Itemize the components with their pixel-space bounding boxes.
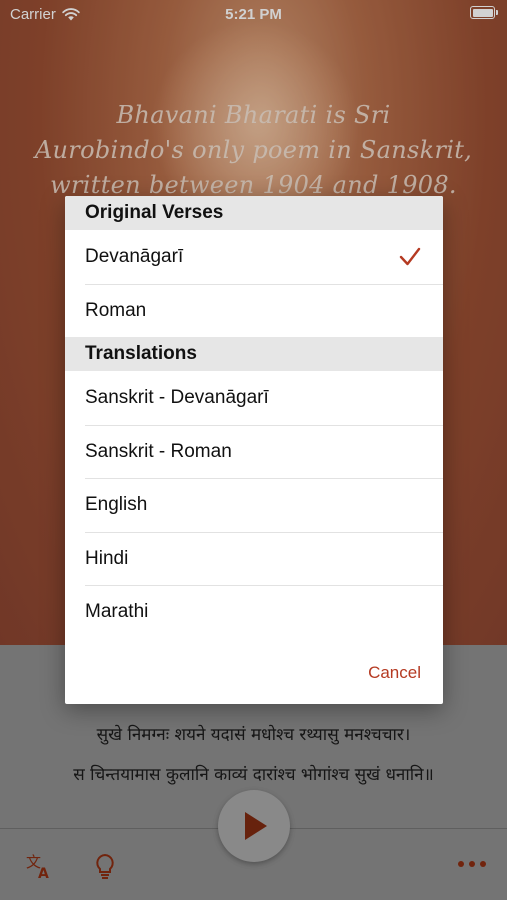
section-header-original-verses: Original Verses <box>65 196 443 230</box>
menu-item-label: Sanskrit - Devanāgarī <box>85 387 269 408</box>
checkmark-icon <box>399 247 421 266</box>
section-header-translations: Translations <box>65 337 443 371</box>
cancel-row: Cancel <box>65 639 443 705</box>
menu-item-english[interactable]: English <box>65 478 443 532</box>
menu-item-roman[interactable]: Roman <box>65 283 443 338</box>
script-selection-menu: Original Verses Devanāgarī Roman Transla… <box>65 196 443 704</box>
menu-item-sanskrit-devanagari[interactable]: Sanskrit - Devanāgarī <box>65 371 443 425</box>
menu-item-label: Marathi <box>85 601 149 622</box>
cancel-button[interactable]: Cancel <box>368 663 421 683</box>
menu-item-label: Sanskrit - Roman <box>85 440 232 462</box>
menu-item-label: Devanāgarī <box>85 246 184 267</box>
menu-item-sanskrit-roman[interactable]: Sanskrit - Roman <box>65 424 443 479</box>
menu-item-label: Hindi <box>85 547 129 569</box>
menu-item-marathi[interactable]: Marathi <box>65 585 443 639</box>
menu-item-label: Roman <box>85 299 147 321</box>
menu-item-label: English <box>85 494 148 515</box>
menu-item-devanagari[interactable]: Devanāgarī <box>65 230 443 284</box>
menu-item-hindi[interactable]: Hindi <box>65 531 443 586</box>
